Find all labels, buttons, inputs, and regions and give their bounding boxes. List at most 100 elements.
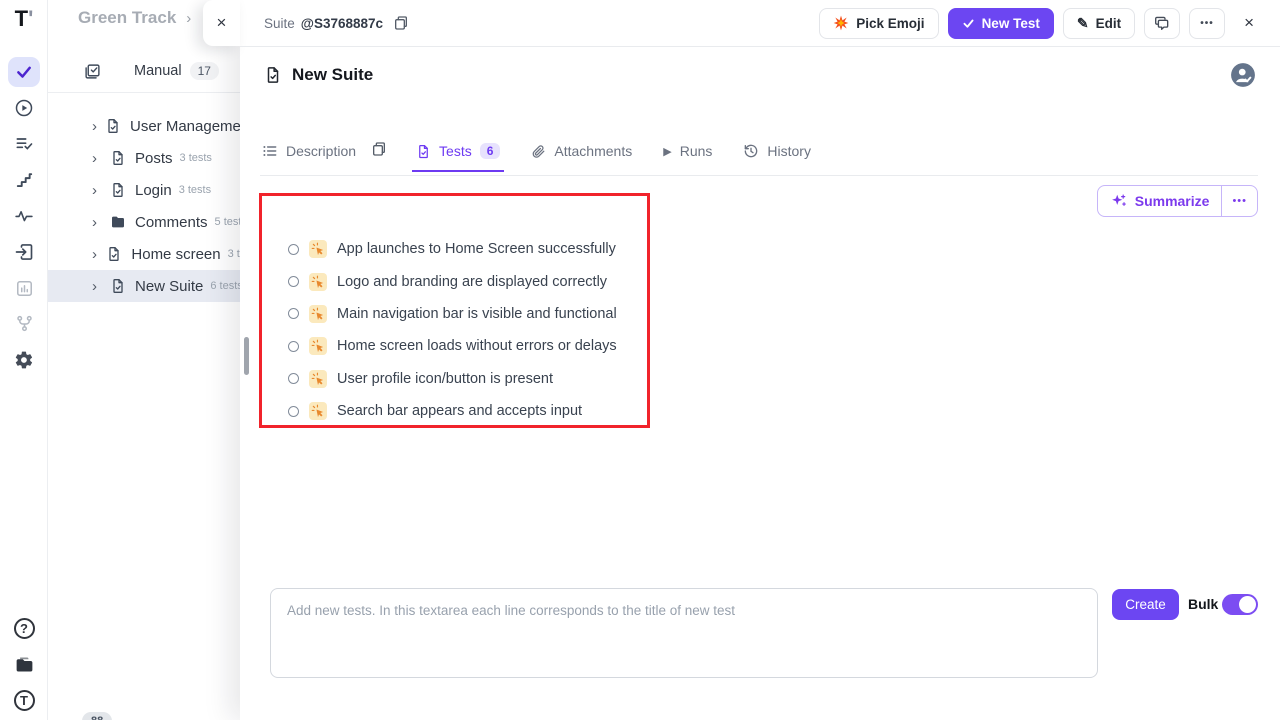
test-status-circle[interactable]	[288, 341, 299, 352]
project-breadcrumb[interactable]: Green Track ›	[78, 8, 191, 28]
tab-label: Tests	[439, 143, 472, 159]
tree-item-meta: 3 tests	[180, 152, 212, 164]
tab-manual[interactable]: Manual 17	[134, 62, 219, 80]
import-icon	[14, 242, 34, 262]
chevron-right-icon[interactable]: ›	[92, 150, 102, 167]
drawer-collapse-button[interactable]: ×	[203, 0, 240, 46]
edit-button[interactable]: ✎ Edit	[1063, 8, 1135, 39]
suites-sidebar: Green Track › Manual 17 Automated › User…	[48, 0, 260, 720]
test-row[interactable]: Main navigation bar is visible and funct…	[262, 298, 647, 330]
rail-runs-icon[interactable]	[8, 93, 40, 123]
bar-chart-icon	[15, 279, 34, 298]
rail-import-icon[interactable]	[8, 237, 40, 267]
drawer-close-button[interactable]: ×	[1244, 13, 1254, 33]
tab-description[interactable]: Description	[260, 139, 358, 171]
tree-item-label: Posts	[135, 150, 173, 167]
list-icon	[262, 143, 278, 159]
tree-item-login[interactable]: › Login 3 tests	[48, 174, 260, 206]
tree-item-posts[interactable]: › Posts 3 tests	[48, 142, 260, 174]
create-button[interactable]: Create	[1112, 589, 1179, 620]
rail-branches-icon[interactable]	[8, 308, 40, 338]
tab-history[interactable]: History	[741, 139, 813, 171]
summarize-label: Summarize	[1135, 193, 1210, 209]
test-title[interactable]: App launches to Home Screen successfully	[337, 241, 616, 257]
edit-label: Edit	[1096, 16, 1122, 31]
summarize-more-button[interactable]: •••	[1222, 186, 1257, 216]
file-check-icon	[110, 150, 126, 166]
app-logo[interactable]: T'	[0, 6, 48, 32]
test-row[interactable]: App launches to Home Screen successfully	[262, 233, 647, 265]
test-title[interactable]: Search bar appears and accepts input	[337, 403, 582, 419]
chevron-right-icon[interactable]: ›	[92, 182, 102, 199]
drawer-resize-handle[interactable]	[244, 337, 249, 375]
play-circle-icon	[14, 98, 34, 118]
file-check-icon	[110, 182, 126, 198]
tree-item-user-management[interactable]: › User Management	[48, 110, 260, 142]
copy-description-button[interactable]	[371, 141, 387, 157]
copy-suite-id-button[interactable]	[393, 15, 409, 31]
chevron-right-icon[interactable]: ›	[92, 246, 98, 263]
tab-tests[interactable]: Tests 6	[414, 139, 502, 171]
rail-tests-icon[interactable]	[8, 57, 40, 87]
test-row[interactable]: Home screen loads without errors or dela…	[262, 330, 647, 362]
copy-icon	[371, 141, 387, 157]
summarize-button[interactable]: Summarize	[1098, 186, 1222, 216]
file-check-icon	[105, 118, 121, 134]
suite-tree: › User Management › Posts 3 tests › Logi…	[48, 110, 260, 302]
test-status-circle[interactable]	[288, 244, 299, 255]
add-tests-textarea[interactable]	[270, 588, 1098, 678]
tab-runs[interactable]: ▶ Runs	[661, 139, 714, 171]
test-list: App launches to Home Screen successfully…	[262, 233, 647, 427]
test-title[interactable]: Logo and branding are displayed correctl…	[337, 274, 607, 290]
tree-item-label: New Suite	[135, 278, 203, 295]
paperclip-icon	[531, 144, 546, 159]
test-row[interactable]: Logo and branding are displayed correctl…	[262, 265, 647, 297]
rail-plans-icon[interactable]	[8, 129, 40, 159]
pick-emoji-button[interactable]: Pick Emoji	[819, 8, 938, 39]
cursor-click-emoji	[309, 273, 327, 291]
test-status-circle[interactable]	[288, 276, 299, 287]
question-icon: ?	[14, 618, 35, 639]
tree-item-label: User Management	[130, 118, 253, 135]
tab-attachments[interactable]: Attachments	[529, 139, 634, 171]
rail-projects-icon[interactable]	[8, 649, 40, 679]
tree-item-new-suite[interactable]: › New Suite 6 tests	[48, 270, 260, 302]
comments-button[interactable]	[1144, 8, 1180, 39]
rail-steps-icon[interactable]	[8, 165, 40, 195]
test-row[interactable]: Search bar appears and accepts input	[262, 395, 647, 427]
test-title[interactable]: Home screen loads without errors or dela…	[337, 338, 617, 354]
new-test-button[interactable]: New Test	[948, 8, 1054, 39]
chevron-right-icon[interactable]: ›	[92, 214, 102, 231]
select-all-icon[interactable]	[84, 63, 101, 80]
history-icon	[743, 143, 759, 159]
test-status-circle[interactable]	[288, 373, 299, 384]
tree-item-home-screen[interactable]: › Home screen 3 tests	[48, 238, 260, 270]
tree-item-meta: 3 tests	[179, 184, 211, 196]
rail-settings-icon[interactable]	[8, 345, 40, 375]
assignee-avatar[interactable]	[1230, 62, 1256, 88]
suite-tabs: Description Tests 6 Attachments ▶ Runs H…	[260, 139, 1258, 176]
chevron-right-icon[interactable]: ›	[92, 118, 97, 135]
cursor-click-emoji	[309, 337, 327, 355]
rail-help-icon[interactable]: ?	[8, 613, 40, 643]
test-row[interactable]: User profile icon/button is present	[262, 363, 647, 395]
icon-rail: T' ?	[0, 0, 48, 720]
tree-item-comments[interactable]: › Comments 5 tests	[48, 206, 260, 238]
rail-account-icon[interactable]: T	[8, 685, 40, 715]
pencil-icon: ✎	[1077, 15, 1089, 32]
annotation-highlight-box: App launches to Home Screen successfully…	[259, 193, 650, 428]
file-check-icon	[264, 66, 282, 84]
test-status-circle[interactable]	[288, 308, 299, 319]
toggle-knob	[1239, 596, 1256, 613]
bulk-toggle[interactable]	[1222, 594, 1258, 615]
tests-count-badge: 6	[480, 143, 501, 159]
project-title[interactable]: Green Track	[78, 8, 176, 28]
test-status-circle[interactable]	[288, 406, 299, 417]
test-title[interactable]: User profile icon/button is present	[337, 371, 553, 387]
rail-analytics-icon[interactable]	[8, 273, 40, 303]
chevron-right-icon[interactable]: ›	[92, 278, 102, 295]
more-actions-button[interactable]: •••	[1189, 8, 1225, 39]
test-title[interactable]: Main navigation bar is visible and funct…	[337, 306, 617, 322]
sidebar-divider	[48, 92, 260, 93]
rail-pulse-icon[interactable]	[8, 201, 40, 231]
